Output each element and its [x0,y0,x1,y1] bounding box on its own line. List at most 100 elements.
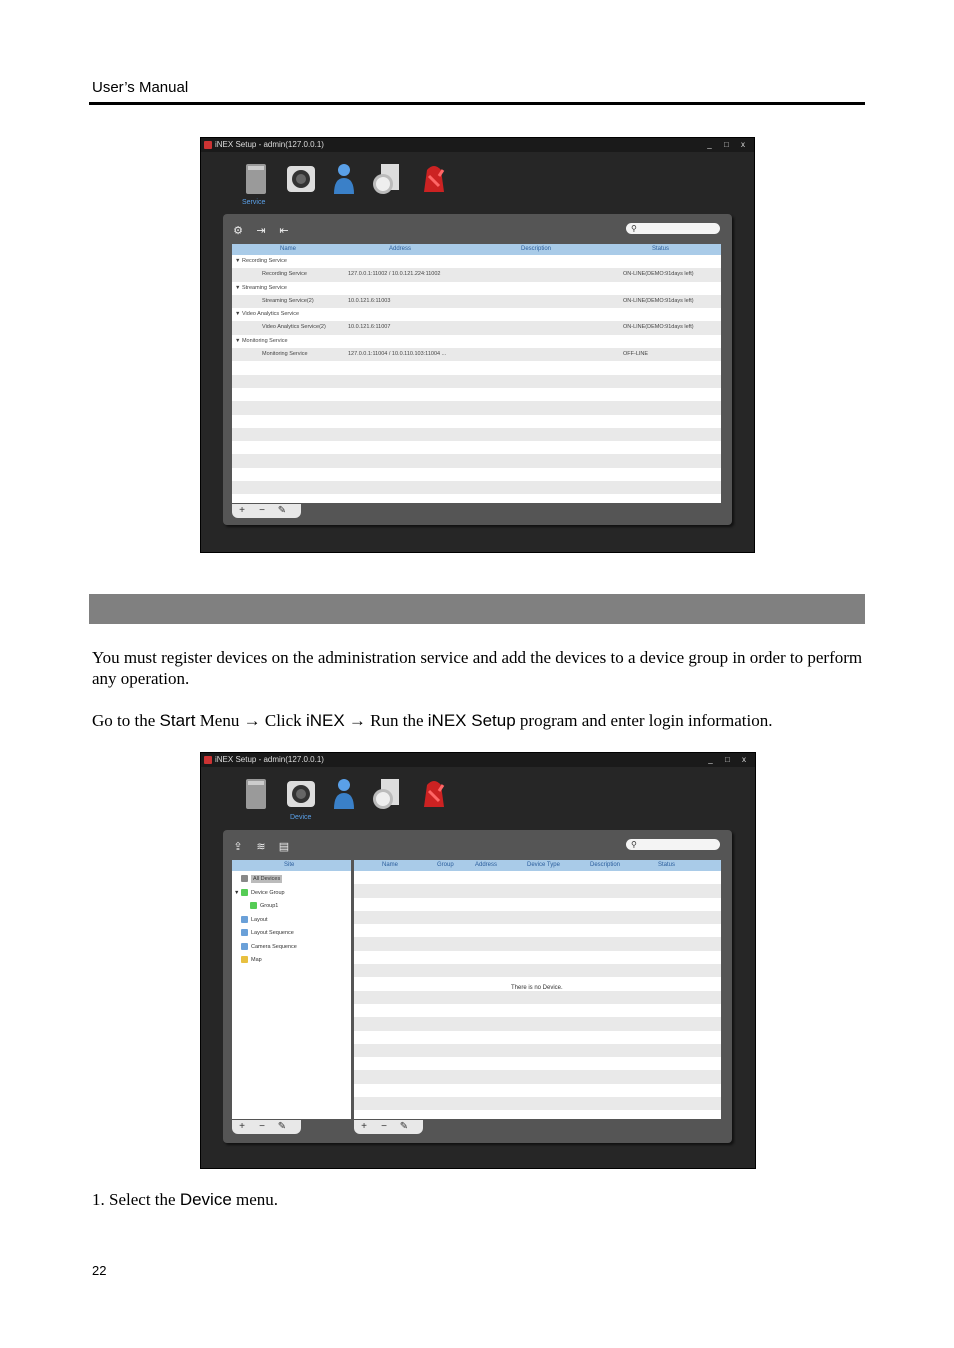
page-number: 22 [92,1263,107,1278]
table-row[interactable]: ▼ Recording Service [232,255,721,268]
search-input[interactable]: ⚲ [626,223,720,234]
column-header-group[interactable]: Group [437,860,454,871]
window-controls[interactable]: _ □ x [708,753,751,767]
event-menu-icon[interactable] [419,162,449,196]
upload-icon[interactable]: ⇪ [231,841,245,853]
panel-toolbar: ⇪ ≋ ▤ [231,837,300,853]
row-address: 127.0.0.1:11004 / 10.0.110.103:11004 ... [348,351,447,358]
row-name: Video Analytics Service(2) [262,324,326,331]
column-header-description[interactable]: Description [590,860,620,871]
intro-paragraph: You must register devices on the adminis… [92,648,863,688]
column-header-description[interactable]: Description [521,244,551,255]
device-term: Device [179,1190,232,1209]
menu-icons: Device [239,777,479,821]
edit-button[interactable]: ✎ [394,1120,414,1134]
table-row[interactable]: ▼ Monitoring Service [232,335,721,348]
layout-icon [241,916,248,923]
tree-item-all-devices[interactable]: All Devices [241,874,283,883]
tree-item-group1[interactable]: Group1 [250,902,278,909]
table-row[interactable]: Streaming Service(2) 10.0.121.6:11003 ON-L… [232,294,721,309]
tree-item-layout[interactable]: Layout [241,916,268,923]
remove-button[interactable]: − [252,1120,272,1134]
remove-button[interactable]: − [374,1120,394,1134]
panel-bottom-bar: + − ✎ [232,504,301,518]
row-status: ON-LINE(DEMO:91days left) [623,324,694,331]
event-menu-icon[interactable] [419,777,449,811]
user-menu-icon[interactable] [331,777,361,811]
tree-label: Map [251,956,262,963]
table-row [232,481,721,495]
inex-setup-term: iNEX Setup [427,711,516,730]
add-button[interactable]: + [232,504,252,518]
search-input[interactable]: ⚲ [626,839,720,850]
table-row [354,910,721,925]
header-rule [89,102,865,105]
window-title: iNEX Setup - admin(127.0.0.1) [215,140,324,149]
start-term: Start [159,711,196,730]
gear-icon[interactable]: ⚙ [231,225,245,237]
window-controls[interactable]: _ □ x [707,138,750,152]
schedule-menu-icon[interactable] [371,777,401,811]
site-tree: Site All Devices ▼ Device Group Group1 L… [232,860,351,1119]
column-header-device-type[interactable]: Device Type [527,860,560,871]
wireless-icon[interactable]: ≋ [254,841,268,853]
row-name: Recording Service [262,271,307,278]
running-header: User’s Manual [92,79,189,96]
table-header: Name Address Description Status [232,244,721,255]
column-header-status[interactable]: Status [652,244,669,255]
table-row [354,1097,721,1111]
column-header-address[interactable]: Address [389,244,411,255]
tree-label: Camera Sequence [251,943,297,950]
table-row[interactable]: ▼ Streaming Service [232,282,721,295]
tree-item-map[interactable]: Map [241,956,262,963]
tree-item-device-group[interactable]: ▼ Device Group [234,889,285,896]
table-row [232,415,721,428]
tree-label: Layout [251,916,268,923]
tree-label: Layout Sequence [251,929,294,936]
table-row [354,964,721,978]
tree-item-camera-sequence[interactable]: Camera Sequence [241,943,297,950]
group-icon [240,889,248,896]
text: 1. Select the [92,1190,180,1209]
map-icon [241,956,248,963]
row-status: OFF-LINE [623,351,649,358]
row-address: 10.0.121.6:11003 [348,297,391,304]
table-row[interactable]: Video Analytics Service(2) 10.0.121.6:110… [232,321,721,335]
app-icon [204,756,212,764]
add-button[interactable]: + [232,1120,252,1134]
user-menu-icon[interactable] [331,162,361,196]
service-menu-icon[interactable] [243,162,273,196]
device-table: Name Group Address Device Type Descripti… [354,860,721,1119]
table-row [232,401,721,415]
table-row [232,441,721,454]
column-header-address[interactable]: Address [475,860,497,871]
empty-message: There is no Device. [511,985,563,991]
device-menu-icon[interactable] [286,777,316,811]
row-address: 10.0.121.6:11007 [348,324,391,331]
inex-term: iNEX [305,711,345,730]
device-menu-label: Device [290,814,312,821]
column-header-name[interactable]: Name [382,860,398,871]
table-row[interactable]: ▼ Video Analytics Service [232,308,721,321]
remove-button[interactable]: − [252,504,272,518]
text: program and enter login information. [515,711,773,730]
row-name: ▼ Recording Service [235,258,287,264]
device-menu-icon[interactable] [286,162,316,196]
column-header-status[interactable]: Status [658,860,675,871]
column-header-name[interactable]: Name [280,244,296,255]
tree-item-layout-sequence[interactable]: Layout Sequence [241,929,294,936]
row-status: ON-LINE(DEMO:91days left) [623,297,694,304]
text: menu. [231,1190,279,1209]
edit-button[interactable]: ✎ [272,1120,292,1134]
group-icon [250,902,257,909]
logout-icon[interactable]: ⇤ [277,225,291,237]
add-button[interactable]: + [354,1120,374,1134]
service-menu-icon[interactable] [243,777,273,811]
table-row[interactable]: Monitoring Service 127.0.0.1:11004 / 10.0… [232,348,721,362]
device-panel: ⇪ ≋ ▤ ⚲ Site All Devices ▼ Device Group Gr… [223,830,732,1143]
table-row[interactable]: Recording Service 127.0.0.1:11002 / 10.0.… [232,268,721,282]
edit-button[interactable]: ✎ [272,504,292,518]
storage-icon[interactable]: ▤ [277,841,291,853]
login-icon[interactable]: ⇥ [254,225,268,237]
schedule-menu-icon[interactable] [371,162,401,196]
